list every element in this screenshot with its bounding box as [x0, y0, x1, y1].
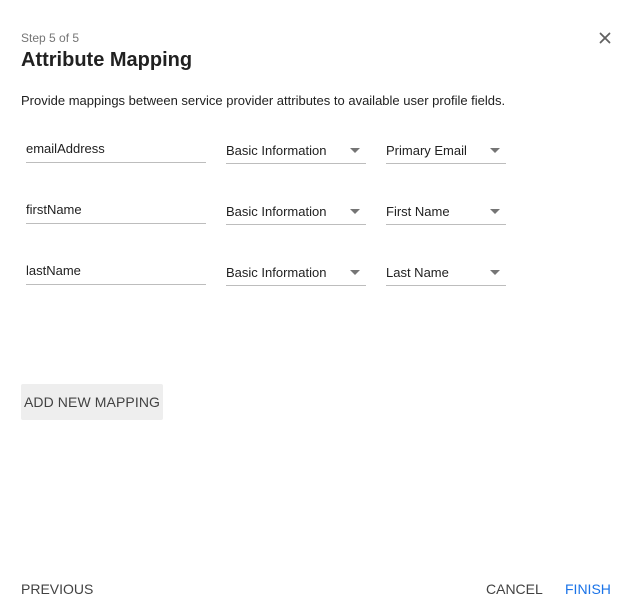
category-select-value: Basic Information	[226, 143, 327, 158]
step-indicator: Step 5 of 5	[21, 31, 80, 45]
dropdown-arrow-icon	[350, 270, 360, 275]
attribute-input[interactable]	[26, 138, 206, 158]
attribute-field-container	[26, 199, 206, 224]
mapping-row: Basic Information First Name	[0, 199, 628, 239]
mapping-row: Basic Information Last Name	[0, 260, 628, 300]
close-icon	[599, 32, 611, 44]
dropdown-arrow-icon	[490, 148, 500, 153]
cancel-button[interactable]: CANCEL	[486, 580, 543, 598]
dialog-title: Attribute Mapping	[21, 49, 193, 71]
category-select-value: Basic Information	[226, 204, 327, 219]
profile-field-select-value: Last Name	[386, 265, 449, 280]
dialog-description: Provide mappings between service provide…	[21, 93, 506, 108]
dropdown-arrow-icon	[350, 148, 360, 153]
attribute-field-container	[26, 138, 206, 163]
category-select-value: Basic Information	[226, 265, 327, 280]
profile-field-select[interactable]: Last Name	[386, 261, 506, 286]
attribute-input[interactable]	[26, 199, 206, 219]
close-button[interactable]	[596, 29, 614, 47]
dropdown-arrow-icon	[490, 270, 500, 275]
add-new-mapping-button[interactable]: ADD NEW MAPPING	[21, 384, 163, 420]
attribute-field-container	[26, 260, 206, 285]
profile-field-select[interactable]: First Name	[386, 200, 506, 225]
mapping-row: Basic Information Primary Email	[0, 138, 628, 178]
profile-field-select[interactable]: Primary Email	[386, 139, 506, 164]
category-select[interactable]: Basic Information	[226, 200, 366, 225]
finish-button[interactable]: FINISH	[565, 580, 611, 598]
category-select[interactable]: Basic Information	[226, 139, 366, 164]
attribute-input[interactable]	[26, 260, 206, 280]
profile-field-select-value: Primary Email	[386, 143, 467, 158]
category-select[interactable]: Basic Information	[226, 261, 366, 286]
dropdown-arrow-icon	[490, 209, 500, 214]
dropdown-arrow-icon	[350, 209, 360, 214]
previous-button[interactable]: PREVIOUS	[21, 580, 93, 598]
profile-field-select-value: First Name	[386, 204, 450, 219]
attribute-mapping-dialog: Step 5 of 5 Attribute Mapping Provide ma…	[0, 0, 628, 611]
